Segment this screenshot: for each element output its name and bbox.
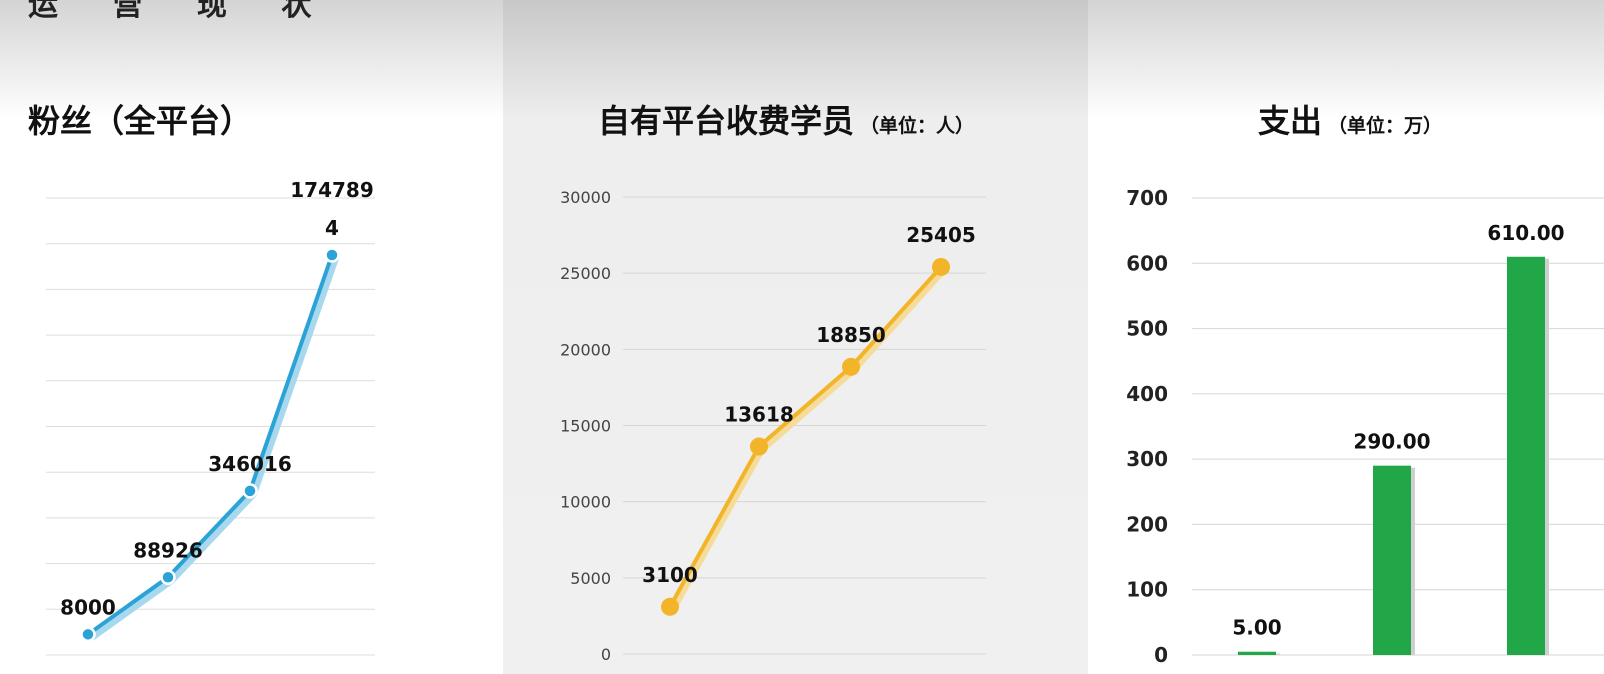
- data-point: [661, 597, 679, 616]
- data-label: 13618: [724, 403, 794, 427]
- bar: [1373, 465, 1411, 655]
- bar: [1507, 256, 1545, 655]
- y-tick-label: 600: [1126, 251, 1168, 275]
- students-line-chart: 0 5000 10000 15000 20000 25000 30000 3100 13618 1…: [560, 188, 986, 664]
- data-label: 88926: [133, 538, 203, 562]
- data-label: 346016: [208, 452, 292, 476]
- data-point: [80, 626, 96, 643]
- y-tick-label: 700: [1126, 186, 1168, 210]
- y-tick-label: 5000: [570, 569, 611, 588]
- data-point: [842, 357, 860, 376]
- y-tick-label: 0: [601, 645, 611, 664]
- y-tick-label: 300: [1126, 447, 1168, 471]
- y-tick-label: 10000: [560, 493, 611, 512]
- expense-bar-chart: 0 100 200 300 400 500 600 700 5.00 290.00 610.00: [1126, 186, 1604, 667]
- data-point: [750, 437, 768, 456]
- y-tick-label: 500: [1126, 317, 1168, 341]
- data-label: 610.00: [1487, 221, 1564, 245]
- y-tick-label: 25000: [560, 264, 611, 283]
- data-point: [242, 483, 258, 499]
- y-tick-label: 0: [1154, 643, 1168, 667]
- data-label: 5.00: [1232, 616, 1281, 640]
- series-shadow: [88, 256, 339, 641]
- fans-line-chart: 8000 88926 346016 174789 4: [46, 178, 375, 656]
- data-label: 290.00: [1353, 430, 1430, 454]
- y-tick-label: 400: [1126, 382, 1168, 406]
- y-tick-label: 100: [1126, 578, 1168, 602]
- y-tick-label: 30000: [560, 188, 611, 207]
- data-label: 174789: [290, 178, 374, 202]
- y-tick-label: 200: [1126, 512, 1168, 536]
- data-label: 4: [325, 216, 339, 240]
- data-label: 25405: [906, 223, 976, 247]
- data-point: [160, 569, 176, 586]
- series-shadow: [668, 267, 946, 612]
- y-tick-label: 20000: [560, 340, 611, 359]
- data-point: [324, 247, 340, 263]
- data-label: 8000: [60, 595, 116, 619]
- series-line: [86, 254, 334, 636]
- data-label: 18850: [816, 323, 886, 347]
- bar: [1238, 651, 1276, 655]
- data-point: [932, 257, 950, 276]
- data-label: 3100: [642, 563, 698, 587]
- y-tick-label: 15000: [560, 417, 611, 436]
